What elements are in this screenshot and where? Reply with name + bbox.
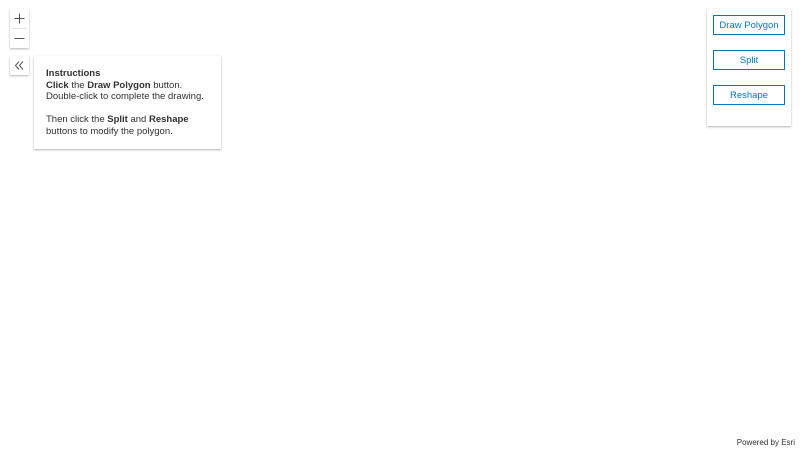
instructions-bold: Click xyxy=(46,79,69,91)
tool-panel: Draw Polygon Split Reshape xyxy=(707,9,791,126)
collapse-button[interactable] xyxy=(10,56,29,75)
instructions-text: the xyxy=(68,79,88,91)
zoom-controls xyxy=(10,9,29,48)
instructions-line-2: Then click the Split and Reshape buttons… xyxy=(46,114,211,137)
plus-icon xyxy=(14,13,25,24)
zoom-out-button[interactable] xyxy=(10,29,29,48)
instructions-bold: Reshape xyxy=(148,114,189,125)
map-view[interactable]: Instructions Click the Draw Polygon butt… xyxy=(0,0,800,450)
double-chevron-left-icon xyxy=(14,61,24,70)
minus-icon xyxy=(14,38,25,39)
instructions-text: and xyxy=(127,114,149,125)
split-button[interactable]: Split xyxy=(713,50,785,70)
instructions-text: Then click the xyxy=(46,114,108,125)
instructions-text: buttons to modify the polygon. xyxy=(46,125,173,137)
draw-polygon-button[interactable]: Draw Polygon xyxy=(713,15,785,35)
reshape-button[interactable]: Reshape xyxy=(713,85,785,105)
zoom-in-button[interactable] xyxy=(10,9,29,28)
instructions-title: Instructions xyxy=(46,68,101,79)
instructions-line-1: Click the Draw Polygon button. Double-cl… xyxy=(46,80,211,103)
instructions-bold: Draw Polygon xyxy=(87,79,151,91)
attribution[interactable]: Powered by Esri xyxy=(734,437,797,448)
instructions-bold: Split xyxy=(107,114,128,125)
instructions-panel: Instructions Click the Draw Polygon butt… xyxy=(34,56,221,149)
